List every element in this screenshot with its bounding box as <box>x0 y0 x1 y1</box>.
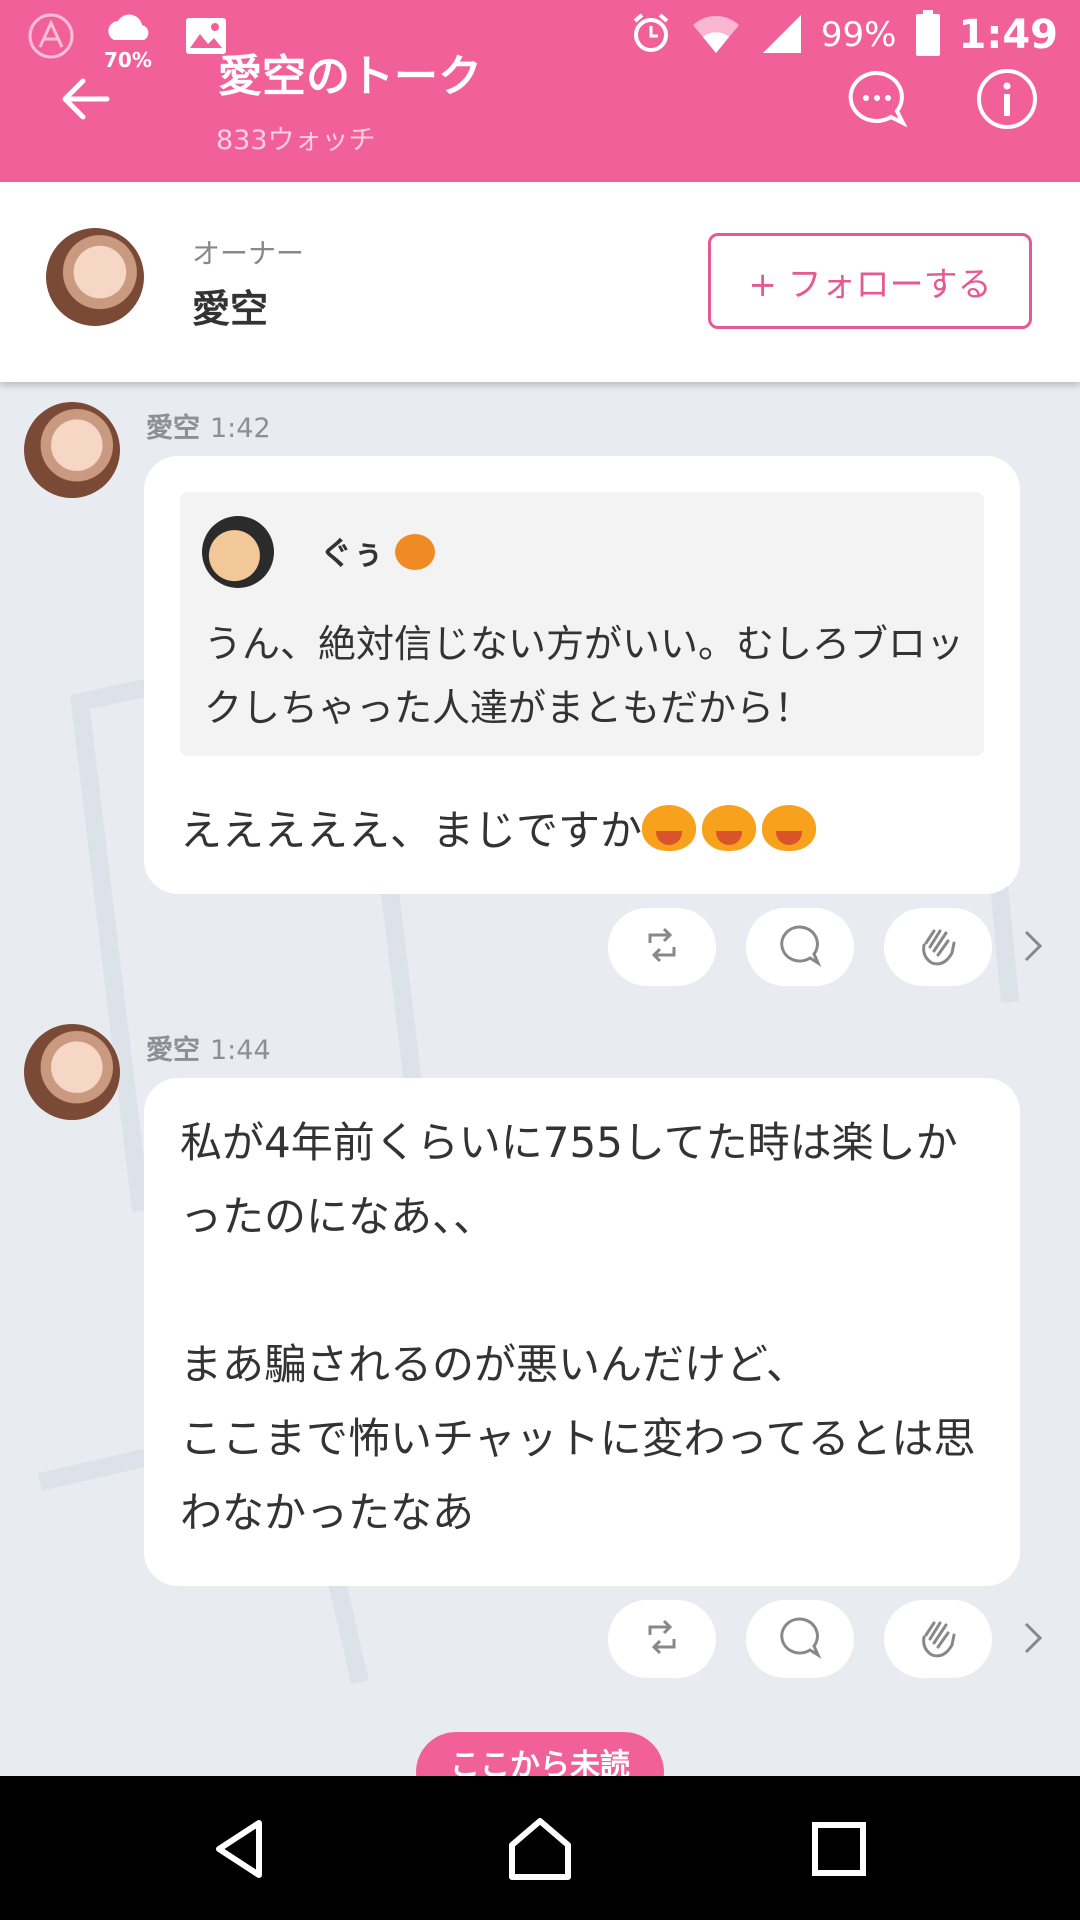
dog-emoji-icon <box>395 534 436 570</box>
quoted-text: うん、絶対信じない方がいい。むしろブロックしちゃった人達がまともだから！ <box>204 622 965 730</box>
message-meta: 愛空 1:44 <box>146 1028 271 1067</box>
follow-button[interactable]: + フォローする <box>708 233 1032 329</box>
chevron-right-icon <box>1022 1620 1044 1660</box>
clap-icon <box>916 1615 960 1663</box>
nav-back-button[interactable] <box>196 1806 286 1896</box>
nav-home-button[interactable] <box>495 1806 585 1896</box>
quoted-message[interactable]: ぐぅ うん、絶対信じない方がいい。むしろブロックしちゃった人達がまともだから！ <box>180 492 984 756</box>
chat-bubble-icon <box>845 67 909 135</box>
info-icon <box>975 67 1039 135</box>
message-time: 1:44 <box>210 1035 271 1066</box>
nav-recents-button[interactable] <box>794 1806 884 1896</box>
message-text: えええええ、まじですか <box>180 794 980 868</box>
home-icon <box>506 1815 574 1887</box>
page-title: 愛空のトーク <box>218 51 482 102</box>
message-actions <box>608 1600 992 1678</box>
unread-marker-button[interactable]: ここから未読 <box>416 1732 664 1776</box>
chat-timeline[interactable]: 愛空 1:42 ぐぅ うん、絶対信じない方がいい。むしろブロックしちゃった人達がま… <box>0 382 1080 1776</box>
repost-button[interactable] <box>608 908 716 986</box>
watch-count: 833ウォッチ <box>216 125 376 156</box>
app-logo-icon <box>26 11 76 65</box>
owner-name: 愛空 <box>192 287 269 331</box>
arrow-left-icon <box>59 77 111 125</box>
triangle-back-icon <box>209 1817 273 1885</box>
message-bubble[interactable]: ぐぅ うん、絶対信じない方がいい。むしろブロックしちゃった人達がまともだから！ … <box>144 456 1020 894</box>
message-avatar[interactable] <box>24 402 120 498</box>
message-meta: 愛空 1:42 <box>146 406 271 445</box>
message-text: 私が4年前くらいに755してた時は楽しかったのになあ、、 まあ騙されるのが悪いん… <box>180 1118 976 1537</box>
repost-icon <box>642 1617 682 1661</box>
speech-bubble-icon <box>778 1615 822 1663</box>
message-actions <box>608 908 992 986</box>
reply-button[interactable] <box>746 908 854 986</box>
owner-label: オーナー <box>192 237 305 270</box>
signal-icon <box>759 11 803 59</box>
comments-button[interactable] <box>842 66 912 136</box>
speech-bubble-icon <box>778 923 822 971</box>
quoted-author: ぐぅ <box>320 528 436 574</box>
crying-face-emoji-icon <box>762 805 817 851</box>
message-bubble[interactable]: 私が4年前くらいに755してた時は楽しかったのになあ、、 まあ騙されるのが悪いん… <box>144 1078 1020 1586</box>
weather-icon: 70% <box>102 10 158 72</box>
repost-button[interactable] <box>608 1600 716 1678</box>
crying-face-emoji-icon <box>642 805 697 851</box>
message-avatar[interactable] <box>24 1024 120 1120</box>
battery-percent: 99% <box>820 15 897 55</box>
status-bar: 70% 99% 1:49 <box>0 0 1080 72</box>
reply-button[interactable] <box>746 1600 854 1678</box>
clap-icon <box>916 923 960 971</box>
more-actions-button[interactable] <box>1018 1620 1048 1660</box>
battery-icon <box>915 10 941 60</box>
message-time: 1:42 <box>210 413 271 444</box>
crying-face-emoji-icon <box>702 805 757 851</box>
chevron-right-icon <box>1022 928 1044 968</box>
owner-avatar[interactable] <box>46 228 144 326</box>
wifi-icon <box>691 11 741 59</box>
owner-bar: オーナー 愛空 + フォローする <box>0 182 1080 382</box>
message-author: 愛空 <box>146 1035 200 1066</box>
message-author: 愛空 <box>146 413 200 444</box>
repost-icon <box>642 925 682 969</box>
system-nav-bar <box>0 1776 1080 1920</box>
clock: 1:49 <box>958 12 1059 58</box>
more-actions-button[interactable] <box>1018 928 1048 968</box>
square-recents-icon <box>811 1821 867 1881</box>
clap-button[interactable] <box>884 1600 992 1678</box>
alarm-icon <box>629 11 673 59</box>
quoted-avatar <box>202 516 274 588</box>
clap-button[interactable] <box>884 908 992 986</box>
back-button[interactable] <box>50 66 120 136</box>
info-button[interactable] <box>972 66 1042 136</box>
app-header: 70% 99% 1:49 愛空のトーク 833ウォッチ <box>0 0 1080 182</box>
